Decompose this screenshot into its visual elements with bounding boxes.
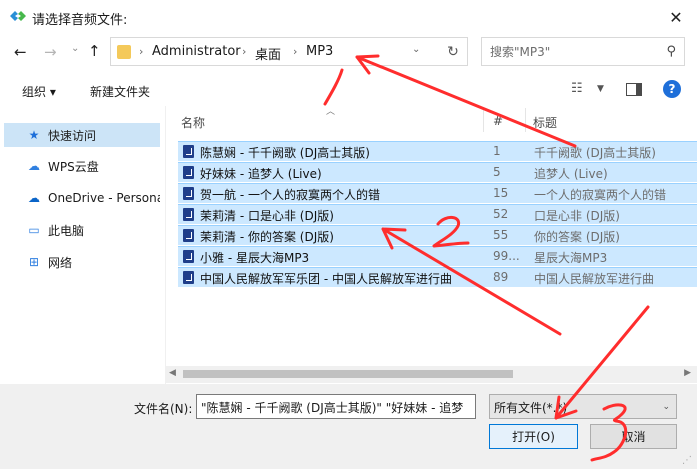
- refresh-button[interactable]: ↻: [438, 37, 468, 66]
- sidebar-item-label: WPS云盘: [48, 159, 99, 174]
- track-title: 追梦人 (Live): [534, 167, 608, 181]
- sidebar-item-label: 此电脑: [48, 223, 85, 238]
- file-row[interactable]: 中国人民解放军军乐团 - 中国人民解放军进行曲 89 中国人民解放军进行曲: [178, 267, 697, 287]
- file-name: 小雅 - 星辰大海MP3: [200, 251, 310, 265]
- track-number: 99...: [493, 249, 520, 263]
- breadcrumb-chevron-icon: ›: [139, 45, 144, 58]
- horizontal-scrollbar[interactable]: ◀ ▶: [165, 366, 697, 383]
- onedrive-icon: ☁: [28, 191, 40, 205]
- column-header-title[interactable]: 标题: [533, 114, 557, 131]
- back-arrow-icon[interactable]: ←: [14, 43, 32, 61]
- track-number: 89: [493, 270, 509, 284]
- audio-file-icon: [183, 271, 194, 284]
- sidebar-item-wps-cloud[interactable]: ☁ WPS云盘: [4, 154, 160, 178]
- app-logo-icon: [10, 11, 26, 21]
- open-button[interactable]: 打开(O): [489, 424, 578, 449]
- file-name: 陈慧娴 - 千千阙歌 (DJ高士其版): [200, 146, 370, 160]
- filetype-select[interactable]: 所有文件(*.*) ⌄: [489, 394, 677, 419]
- folder-icon: [117, 45, 131, 59]
- scroll-left-icon[interactable]: ◀: [169, 368, 176, 378]
- view-chevron-icon[interactable]: ▼: [597, 84, 604, 94]
- track-title: 你的答案 (DJ版): [534, 230, 620, 244]
- audio-file-icon: [183, 208, 194, 221]
- refresh-icon: ↻: [447, 43, 459, 60]
- audio-file-icon: [183, 187, 194, 200]
- search-icon: ⚲: [666, 44, 676, 59]
- track-title: 一个人的寂寞两个人的错: [534, 188, 667, 202]
- title-bar: 请选择音频文件: ✕: [0, 0, 697, 34]
- track-number: 15: [493, 186, 509, 200]
- resize-grip-icon[interactable]: ⋰: [682, 455, 692, 466]
- file-name: 中国人民解放军军乐团 - 中国人民解放军进行曲: [200, 272, 452, 286]
- window-title: 请选择音频文件:: [32, 13, 128, 28]
- column-divider[interactable]: [525, 108, 526, 132]
- sidebar-item-onedrive[interactable]: ☁ OneDrive - Personal: [4, 186, 160, 210]
- audio-file-icon: [183, 229, 194, 242]
- file-name: 茉莉清 - 你的答案 (DJ版): [200, 230, 334, 244]
- track-number: 55: [493, 228, 509, 242]
- file-name: 贺一航 - 一个人的寂寞两个人的错: [200, 188, 380, 202]
- toolbar: 组织 ▾ 新建文件夹 ☷ ▼ ?: [0, 76, 697, 106]
- column-header-name[interactable]: 名称: [181, 114, 205, 131]
- sidebar-item-this-pc[interactable]: ▭ 此电脑: [4, 218, 160, 242]
- filename-label: 文件名(N):: [134, 402, 193, 416]
- file-row[interactable]: 好妹妹 - 追梦人 (Live) 5 追梦人 (Live): [178, 162, 697, 182]
- sidebar-item-label: 网络: [48, 255, 73, 270]
- address-dropdown-chevron-icon[interactable]: ⌄: [412, 44, 420, 55]
- file-row[interactable]: 小雅 - 星辰大海MP3 99... 星辰大海MP3: [178, 246, 697, 266]
- new-folder-button[interactable]: 新建文件夹: [90, 83, 150, 100]
- track-title: 星辰大海MP3: [534, 251, 608, 265]
- cancel-button[interactable]: 取消: [590, 424, 677, 449]
- search-box[interactable]: ⚲: [481, 37, 685, 66]
- track-number: 1: [493, 144, 501, 158]
- track-title: 口是心非 (DJ版): [534, 209, 620, 223]
- recent-locations-chevron-icon[interactable]: ⌄: [71, 43, 81, 54]
- audio-file-icon: [183, 250, 194, 263]
- file-row[interactable]: 茉莉清 - 你的答案 (DJ版) 55 你的答案 (DJ版): [178, 225, 697, 245]
- file-row[interactable]: 贺一航 - 一个人的寂寞两个人的错 15 一个人的寂寞两个人的错: [178, 183, 697, 203]
- sidebar-item-quick-access[interactable]: ★ 快速访问: [4, 123, 160, 147]
- close-button[interactable]: ✕: [660, 3, 692, 31]
- scrollbar-thumb[interactable]: [183, 370, 513, 378]
- file-list: 名称 # 标题 陈慧娴 - 千千阙歌 (DJ高士其版) 1 千千阙歌 (DJ高士…: [175, 106, 697, 384]
- scroll-right-icon[interactable]: ▶: [684, 368, 691, 378]
- star-icon: ★: [28, 128, 40, 142]
- pane-divider: [165, 106, 166, 384]
- breadcrumb-desktop[interactable]: 桌面: [255, 44, 281, 63]
- track-number: 5: [493, 165, 501, 179]
- sidebar-item-label: OneDrive - Personal: [48, 191, 160, 205]
- audio-file-icon: [183, 166, 194, 179]
- file-name: 好妹妹 - 追梦人 (Live): [200, 167, 322, 181]
- view-options-icon[interactable]: ☷: [571, 81, 583, 96]
- organize-button[interactable]: 组织 ▾: [22, 83, 56, 100]
- column-divider[interactable]: [483, 108, 484, 132]
- breadcrumb-chevron-icon: ›: [293, 45, 298, 58]
- track-title: 千千阙歌 (DJ高士其版): [534, 146, 656, 160]
- chevron-down-icon: ⌄: [662, 402, 670, 412]
- column-header-number[interactable]: #: [493, 114, 503, 128]
- track-number: 52: [493, 207, 509, 221]
- network-icon: ⊞: [28, 255, 40, 269]
- computer-icon: ▭: [28, 223, 40, 237]
- file-name: 茉莉清 - 口是心非 (DJ版): [200, 209, 334, 223]
- filetype-value: 所有文件(*.*): [494, 401, 568, 415]
- breadcrumb-administrator[interactable]: Administrator: [152, 44, 241, 59]
- navigation-pane: ★ 快速访问 ☁ WPS云盘 ☁ OneDrive - Personal ▭ 此…: [0, 106, 165, 384]
- breadcrumb-chevron-icon: ›: [242, 45, 247, 58]
- audio-file-icon: [183, 145, 194, 158]
- file-row[interactable]: 陈慧娴 - 千千阙歌 (DJ高士其版) 1 千千阙歌 (DJ高士其版): [178, 141, 697, 161]
- cloud-icon: ☁: [28, 159, 40, 173]
- forward-arrow-icon[interactable]: →: [44, 43, 62, 61]
- up-arrow-icon[interactable]: ↑: [88, 42, 106, 60]
- preview-pane-icon[interactable]: [626, 83, 642, 96]
- track-title: 中国人民解放军进行曲: [534, 272, 655, 286]
- sidebar-item-network[interactable]: ⊞ 网络: [4, 250, 160, 274]
- breadcrumb-mp3[interactable]: MP3: [306, 44, 333, 59]
- filename-input[interactable]: "陈慧娴 - 千千阙歌 (DJ高士其版)" "好妹妹 - 追梦: [196, 394, 476, 419]
- file-row[interactable]: 茉莉清 - 口是心非 (DJ版) 52 口是心非 (DJ版): [178, 204, 697, 224]
- help-icon[interactable]: ?: [663, 80, 681, 98]
- sidebar-item-label: 快速访问: [48, 128, 97, 143]
- close-icon: ✕: [669, 7, 683, 27]
- search-input[interactable]: [482, 38, 660, 65]
